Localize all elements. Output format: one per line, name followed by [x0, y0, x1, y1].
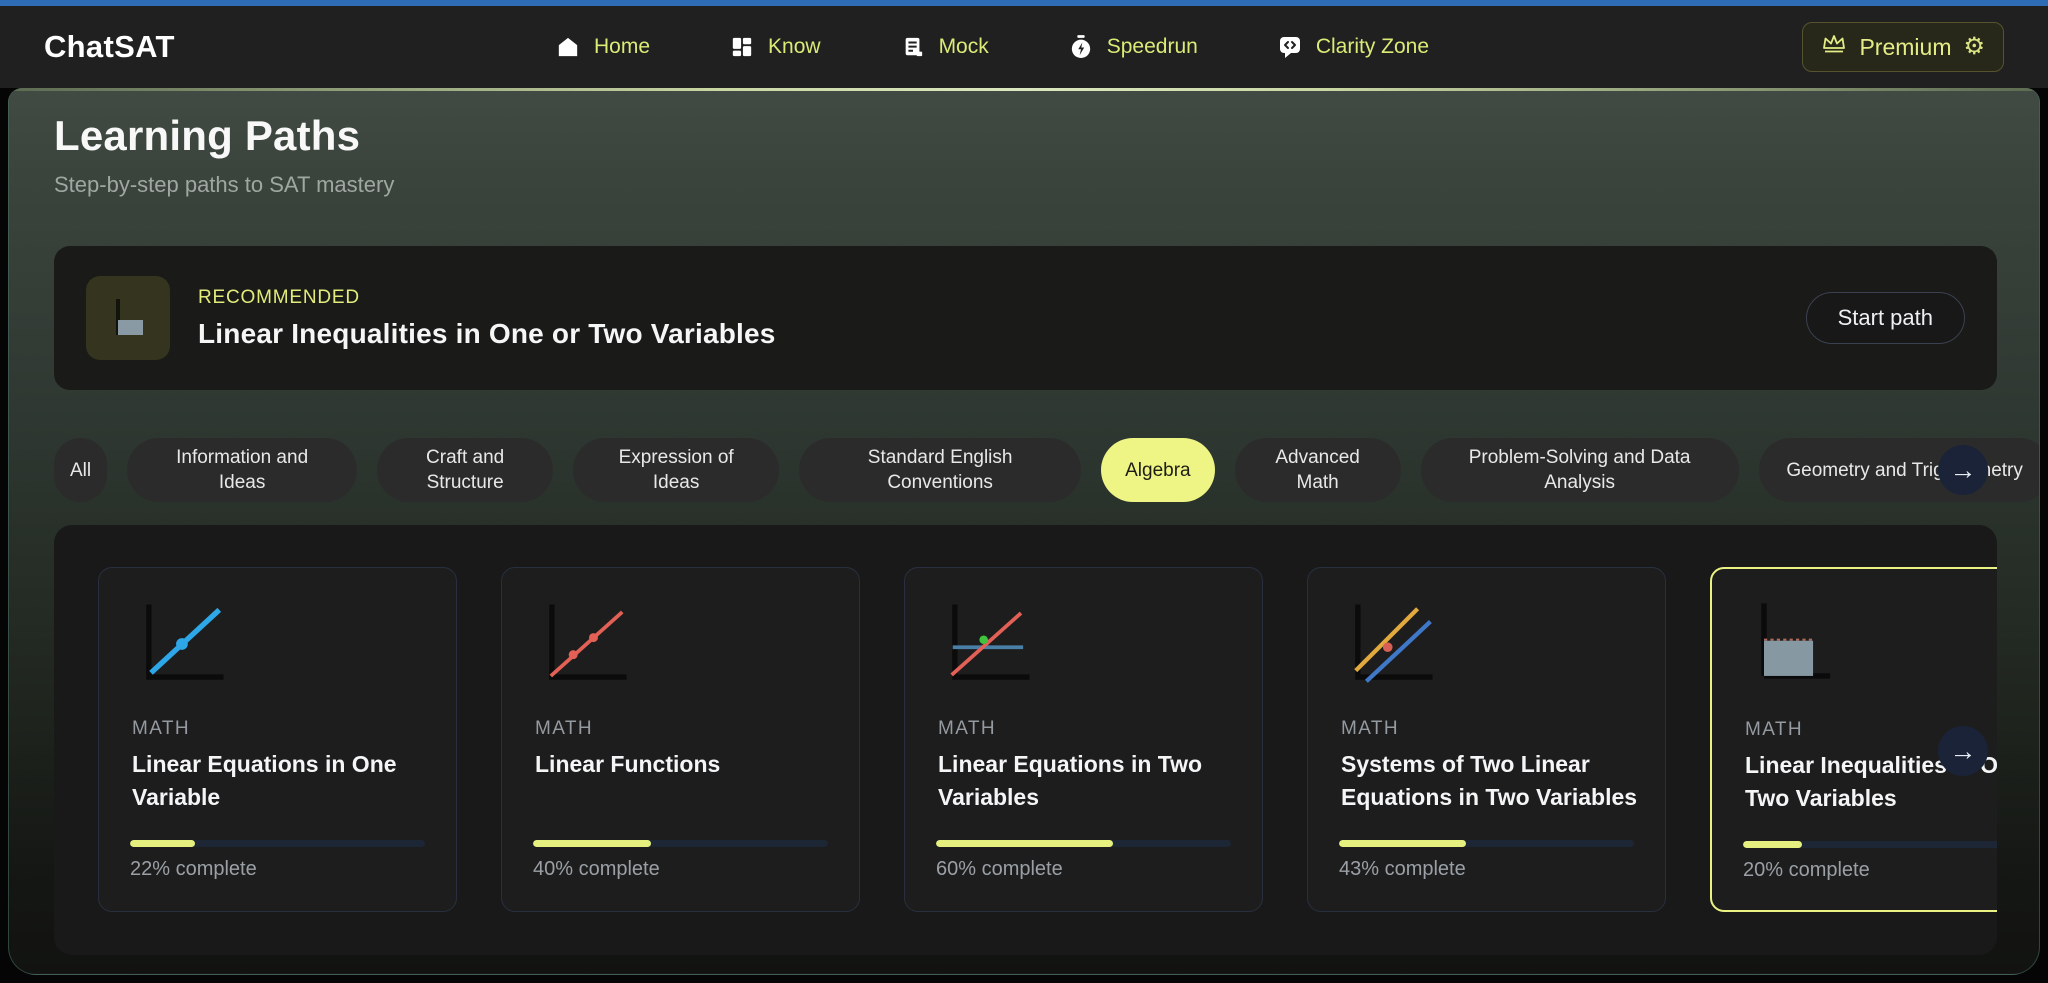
card-category: MATH [1745, 719, 1803, 741]
progress-bar-fill [130, 840, 195, 847]
app-logo[interactable]: ChatSAT [44, 29, 175, 65]
filter-chip-row: All Information and Ideas Craft and Stru… [54, 437, 2039, 503]
filter-chip-craft-and-structure[interactable]: Craft and Structure [377, 438, 553, 502]
progress-bar [533, 840, 828, 847]
filter-chip-geometry-and-trigonometry[interactable]: Geometry and Trigonometry [1759, 438, 2039, 502]
cards-next-button[interactable]: → [1938, 726, 1988, 776]
nav-item-know[interactable]: Know [730, 35, 821, 59]
nav-item-mock[interactable]: Mock [901, 35, 989, 59]
home-icon [556, 35, 580, 59]
progress-label: 22% complete [130, 858, 257, 881]
progress-bar-fill [1743, 841, 1802, 848]
card-category: MATH [132, 718, 190, 740]
page-header: Learning Paths Step-by-step paths to SAT… [54, 112, 394, 198]
card-category: MATH [1341, 718, 1399, 740]
recommended-text: RECOMMENDED Linear Inequalities in One o… [198, 287, 776, 350]
filter-chip-standard-english-conventions[interactable]: Standard English Conventions [799, 438, 1081, 502]
top-navbar: ChatSAT Home Know [0, 6, 2048, 88]
main-nav: Home Know Mock [556, 6, 1429, 88]
progress-label: 43% complete [1339, 858, 1466, 881]
nav-label: Clarity Zone [1316, 35, 1429, 59]
parallel-lines-graph-icon [1338, 596, 1446, 692]
filter-chip-all[interactable]: All [54, 438, 107, 502]
progress-label: 20% complete [1743, 859, 1870, 882]
learning-path-cards-panel: MATH Linear Equations in One Variable 22… [54, 525, 1997, 955]
card-title: Linear Equations in One Variable [132, 748, 429, 814]
page-title: Learning Paths [54, 112, 394, 160]
progress-bar-fill [533, 840, 651, 847]
filter-chip-information-and-ideas[interactable]: Information and Ideas [127, 438, 357, 502]
stopwatch-icon [1069, 35, 1093, 59]
filters-next-button[interactable]: → [1938, 445, 1988, 495]
blue-line-graph-icon [129, 596, 237, 692]
page-subtitle: Step-by-step paths to SAT mastery [54, 172, 394, 198]
red-line-points-graph-icon [532, 596, 640, 692]
recommended-icon-box [86, 276, 170, 360]
card-title: Linear Functions [535, 748, 832, 781]
filter-chip-advanced-math[interactable]: Advanced Math [1235, 438, 1401, 502]
progress-bar [1743, 841, 1997, 848]
card-category: MATH [535, 718, 593, 740]
card-title: Systems of Two Linear Equations in Two V… [1341, 748, 1638, 814]
nav-item-clarity-zone[interactable]: Clarity Zone [1278, 35, 1429, 59]
progress-label: 40% complete [533, 858, 660, 881]
nav-label: Know [768, 35, 821, 59]
cards-row: MATH Linear Equations in One Variable 22… [98, 567, 1997, 912]
intersecting-lines-graph-icon [935, 596, 1043, 692]
progress-bar [936, 840, 1231, 847]
crown-icon [1821, 32, 1847, 62]
filter-chip-problem-solving-and-data-analysis[interactable]: Problem-Solving and Data Analysis [1421, 438, 1739, 502]
nav-item-home[interactable]: Home [556, 35, 650, 59]
premium-label: Premium [1859, 34, 1951, 61]
path-card-linear-functions[interactable]: MATH Linear Functions 40% complete [501, 567, 860, 912]
shaded-region-graph-icon [1742, 597, 1850, 693]
nav-label: Mock [939, 35, 989, 59]
progress-label: 60% complete [936, 858, 1063, 881]
progress-bar [130, 840, 425, 847]
nav-label: Home [594, 35, 650, 59]
recommended-banner[interactable]: RECOMMENDED Linear Inequalities in One o… [54, 246, 1997, 390]
grid-icon [730, 35, 754, 59]
start-path-button[interactable]: Start path [1806, 292, 1965, 344]
card-title: Linear Equations in Two Variables [938, 748, 1235, 814]
content-container: Learning Paths Step-by-step paths to SAT… [8, 88, 2040, 975]
path-card-linear-equations-one-variable[interactable]: MATH Linear Equations in One Variable 22… [98, 567, 457, 912]
inequality-region-icon [105, 293, 151, 343]
path-card-systems-two-linear-equations[interactable]: MATH Systems of Two Linear Equations in … [1307, 567, 1666, 912]
arrow-right-icon: → [1950, 455, 1977, 486]
recommended-eyebrow: RECOMMENDED [198, 287, 776, 309]
filter-chip-algebra[interactable]: Algebra [1101, 438, 1215, 502]
code-bubble-icon [1278, 35, 1302, 59]
document-icon [901, 35, 925, 59]
premium-button[interactable]: Premium ⚙ [1802, 22, 2004, 72]
filter-chip-expression-of-ideas[interactable]: Expression of Ideas [573, 438, 779, 502]
nav-item-speedrun[interactable]: Speedrun [1069, 35, 1198, 59]
nav-label: Speedrun [1107, 35, 1198, 59]
path-card-linear-equations-two-variables[interactable]: MATH Linear Equations in Two Variables 6… [904, 567, 1263, 912]
progress-bar [1339, 840, 1634, 847]
arrow-right-icon: → [1950, 736, 1977, 767]
gear-icon[interactable]: ⚙ [1963, 35, 1985, 59]
card-category: MATH [938, 718, 996, 740]
progress-bar-fill [936, 840, 1113, 847]
progress-bar-fill [1339, 840, 1466, 847]
recommended-title: Linear Inequalities in One or Two Variab… [198, 318, 776, 350]
